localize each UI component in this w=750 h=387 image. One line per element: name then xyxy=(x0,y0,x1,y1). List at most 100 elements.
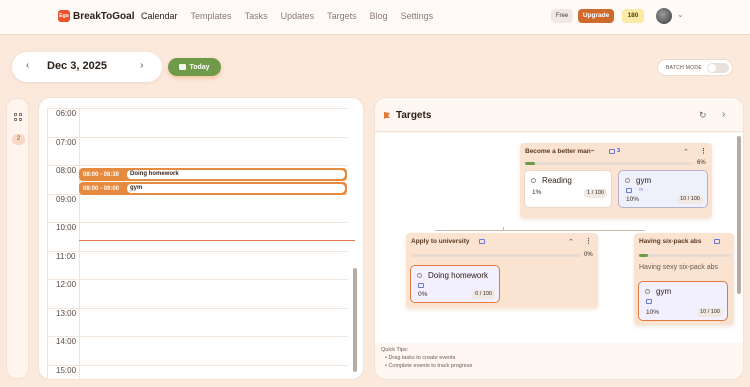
targets-panel: Targets ↻ › Become a better man~ 3 ⌃ ⋮ 6… xyxy=(374,97,744,380)
calendar-icon xyxy=(418,283,424,288)
progress-fill xyxy=(525,162,536,165)
more-options-icon[interactable]: ⋮ xyxy=(585,237,592,245)
current-date: Dec 3, 2025 xyxy=(47,60,107,72)
more-options-icon[interactable]: ⋮ xyxy=(700,147,707,155)
target-percent: 6% xyxy=(697,160,706,166)
calendar-event[interactable]: 08:00 - 09:00 gym xyxy=(79,182,347,195)
task-fraction: 10 / 100 xyxy=(677,195,703,204)
task-card[interactable]: Doing homework 0% 0 / 100 xyxy=(410,265,500,303)
chevron-down-icon[interactable]: ⌄ xyxy=(677,10,684,19)
flag-icon xyxy=(384,112,390,119)
current-time-indicator xyxy=(79,240,355,241)
task-card[interactable]: Reading 1% 1 / 100 xyxy=(524,170,612,208)
target-card[interactable]: Having six-pack abs Having sexy six-pack… xyxy=(634,233,734,325)
hour-row: 09:00 xyxy=(48,193,348,223)
event-title: gym xyxy=(127,184,345,193)
tip-item: • Drag tasks to create events xyxy=(385,355,456,361)
hour-label: 11:00 xyxy=(56,251,76,261)
targets-canvas[interactable]: Become a better man~ 3 ⌃ ⋮ 6% Reading 1%… xyxy=(375,133,743,343)
target-progress-bar xyxy=(411,254,581,257)
hour-label: 10:00 xyxy=(56,223,77,232)
target-name: Having six-pack abs xyxy=(639,238,702,245)
hour-row: 07:00 xyxy=(48,136,348,166)
circle-icon xyxy=(645,289,650,294)
top-navigation-bar: Ego BreakToGoal Calendar Templates Tasks… xyxy=(0,0,750,35)
circle-icon xyxy=(625,178,630,183)
task-fraction: 10 / 100 xyxy=(697,308,723,317)
collapse-icon[interactable]: ⌃ xyxy=(568,238,574,246)
calendar-event[interactable]: 08:00 - 08:30 Doing homework xyxy=(79,168,347,181)
recurring-icon: ∞ xyxy=(639,187,644,193)
target-description: Having sexy six-pack abs xyxy=(639,264,718,271)
app-logo[interactable]: Ego BreakToGoal xyxy=(58,10,135,22)
hour-label: 07:00 xyxy=(56,137,77,147)
grid-icon[interactable] xyxy=(14,113,22,121)
task-card[interactable]: gym 10% 10 / 100 xyxy=(638,281,728,321)
calendar-scrollbar[interactable] xyxy=(353,268,357,372)
calendar-icon xyxy=(646,299,652,304)
progress-fill xyxy=(639,254,649,257)
next-day-button[interactable]: › xyxy=(140,60,143,71)
upgrade-button[interactable]: Upgrade xyxy=(578,9,614,23)
hour-label: 14:00 xyxy=(56,337,77,346)
mini-sidebar: 2 xyxy=(6,98,29,379)
task-percent: 1% xyxy=(532,189,542,196)
target-percent: 0% xyxy=(584,252,593,258)
nav-targets[interactable]: Targets xyxy=(327,11,357,21)
task-percent: 10% xyxy=(646,309,660,316)
circle-icon xyxy=(531,178,536,183)
event-time: 08:00 - 08:30 xyxy=(83,171,120,178)
task-name: gym xyxy=(656,287,672,296)
logo-mark: Ego xyxy=(58,10,70,22)
task-percent: 0% xyxy=(418,291,428,298)
hour-label: 09:00 xyxy=(56,194,77,204)
circle-icon xyxy=(417,273,422,278)
calendar-grid[interactable]: 06:00 07:00 08:00 09:00 10:00 11:00 12:0… xyxy=(47,108,357,380)
task-card[interactable]: gym ∞ 10% 10 / 100 xyxy=(618,170,708,208)
tip-item: • Complete events to track progress xyxy=(385,363,473,369)
targets-scrollbar[interactable] xyxy=(737,136,741,294)
previous-day-button[interactable]: ‹ xyxy=(26,60,29,71)
hour-label: 15:00 xyxy=(56,365,77,375)
hour-label: 12:00 xyxy=(56,280,77,289)
calendar-icon xyxy=(626,188,632,193)
calendar-icon xyxy=(479,239,485,244)
hour-label: 13:00 xyxy=(56,308,77,318)
today-button[interactable]: Today xyxy=(168,58,221,76)
target-card[interactable]: Become a better man~ 3 ⌃ ⋮ 6% Reading 1%… xyxy=(520,143,712,218)
avatar[interactable] xyxy=(656,8,672,24)
chevron-right-icon[interactable]: › xyxy=(722,109,725,120)
nav-settings[interactable]: Settings xyxy=(401,11,434,21)
calendar-icon xyxy=(714,239,720,244)
targets-header: Targets ↻ › xyxy=(375,98,743,132)
nav-updates[interactable]: Updates xyxy=(281,11,315,21)
nav-tasks[interactable]: Tasks xyxy=(245,11,268,21)
collapse-icon[interactable]: ⌃ xyxy=(683,148,689,156)
batch-mode-toggle[interactable]: BATCH MODE xyxy=(657,59,733,76)
targets-title: Targets xyxy=(396,110,432,121)
hour-row: 15:00 xyxy=(48,364,348,380)
calendar-icon xyxy=(179,64,187,70)
date-navigator: ‹ Dec 3, 2025 › xyxy=(12,52,162,82)
event-time: 08:00 - 09:00 xyxy=(83,185,120,192)
nav-templates[interactable]: Templates xyxy=(191,11,232,21)
nav-blog[interactable]: Blog xyxy=(370,11,388,21)
plan-badge: Free xyxy=(551,9,573,23)
refresh-icon[interactable]: ↻ xyxy=(699,110,707,121)
target-card[interactable]: Apply to university ⌃ ⋮ 0% Doing homewor… xyxy=(406,233,598,308)
task-name: Reading xyxy=(542,176,572,185)
day-calendar-panel: 06:00 07:00 08:00 09:00 10:00 11:00 12:0… xyxy=(38,97,364,380)
task-count: 3 xyxy=(617,148,621,154)
hour-label: 08:00 xyxy=(56,166,77,175)
hour-row: 12:00 xyxy=(48,279,348,308)
connector-line xyxy=(435,230,645,231)
toggle-switch[interactable] xyxy=(707,63,729,73)
today-label: Today xyxy=(189,63,210,71)
nav-calendar[interactable]: Calendar xyxy=(141,11,178,21)
count-badge[interactable]: 2 xyxy=(12,134,25,145)
app-name: BreakToGoal xyxy=(73,10,135,22)
calendar-icon xyxy=(609,149,615,154)
hour-row: 13:00 xyxy=(48,307,348,337)
batch-mode-label: BATCH MODE xyxy=(666,65,702,71)
event-title: Doing homework xyxy=(127,170,345,179)
